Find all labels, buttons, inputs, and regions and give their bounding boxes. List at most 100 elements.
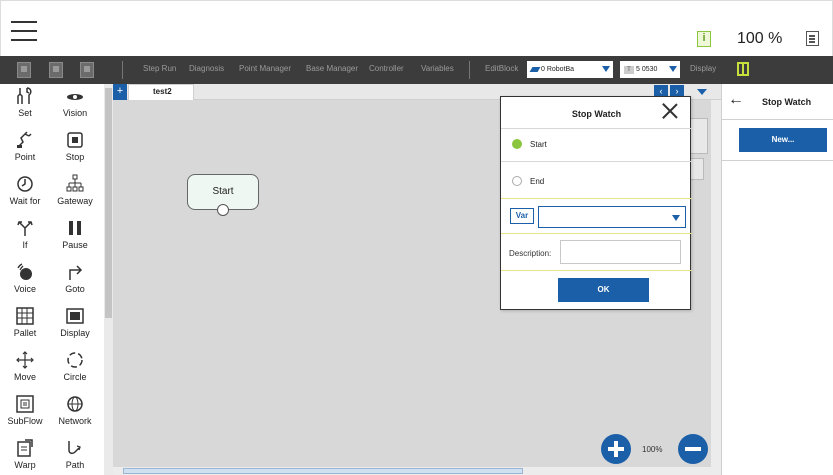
top-bar: i 100 % (0, 0, 833, 56)
palette-label: Point (14, 152, 36, 162)
palette-item-subflow[interactable]: SubFlow (2, 394, 48, 436)
palette-label: Display (60, 328, 90, 338)
tool-badge: T (624, 66, 634, 74)
canvas-horizontal-scrollbar[interactable] (113, 467, 721, 475)
robot-base-select[interactable]: 0 RobotBa (527, 61, 613, 78)
move-icon (16, 351, 34, 369)
add-tab-button[interactable]: + (113, 84, 127, 100)
wait-for-icon (17, 176, 33, 192)
toolbar-base-manager[interactable]: Base Manager (306, 64, 358, 73)
toolbar-step-run[interactable]: Step Run (143, 64, 176, 73)
subflow-icon (16, 395, 34, 413)
canvas-shape (690, 158, 704, 180)
canvas-scroll-thumb[interactable] (123, 468, 523, 474)
point-icon (17, 131, 32, 148)
hamburger-menu-icon[interactable] (11, 21, 37, 41)
palette-item-wait-for[interactable]: Wait for (2, 174, 48, 216)
canvas-vertical-scrollbar[interactable] (711, 100, 721, 467)
info-icon[interactable]: i (697, 31, 711, 47)
palette-item-pause[interactable]: Pause (52, 218, 98, 260)
chevron-down-icon (602, 66, 610, 72)
stop-icon (67, 132, 83, 148)
palette-label: Network (58, 416, 92, 426)
description-label: Description: (509, 249, 552, 258)
palette-label: Warp (14, 460, 36, 470)
path-icon (68, 441, 81, 455)
palette-label: Stop (65, 152, 85, 162)
network-icon (67, 396, 83, 412)
divider (501, 233, 692, 234)
radio-end[interactable] (512, 176, 522, 186)
if-icon (17, 221, 33, 236)
layout-icon[interactable] (737, 62, 749, 76)
palette-item-pallet[interactable]: Pallet (2, 306, 48, 348)
divider (501, 128, 692, 129)
palette-item-vision[interactable]: Vision (52, 86, 98, 128)
save-icon[interactable] (49, 62, 63, 78)
ok-button[interactable]: OK (558, 278, 649, 302)
toolbar-diagnosis[interactable]: Diagnosis (189, 64, 224, 73)
toolbar-point-manager[interactable]: Point Manager (239, 64, 291, 73)
variable-select[interactable] (538, 206, 686, 228)
palette-scroll-thumb[interactable] (105, 88, 112, 318)
palette-label: Circle (63, 372, 87, 382)
palette-label: Set (18, 108, 32, 118)
gateway-icon (66, 174, 84, 192)
start-node-port[interactable] (217, 204, 229, 216)
divider (501, 270, 692, 271)
palette-item-if[interactable]: If (2, 218, 48, 260)
radio-end-label: End (530, 177, 545, 186)
divider (722, 160, 833, 161)
palette-scrollbar[interactable] (104, 84, 113, 475)
tab-test2[interactable]: test2 (128, 84, 194, 100)
var-tag: Var (510, 208, 534, 224)
palette-item-display[interactable]: Display (52, 306, 98, 348)
node-palette: Set Vision Point Stop Wait for Gateway I… (0, 84, 104, 475)
palette-item-network[interactable]: Network (52, 394, 98, 436)
palette-item-path[interactable]: Path (52, 438, 98, 475)
app-window: i 100 % Step Run Diagnosis Point Manager… (0, 0, 833, 475)
palette-item-goto[interactable]: Goto (52, 262, 98, 304)
description-field[interactable] (560, 240, 681, 264)
toolbar-editblock[interactable]: EditBlock (485, 64, 518, 73)
zoom-in-button[interactable] (601, 434, 631, 464)
palette-item-stop[interactable]: Stop (52, 130, 98, 172)
main-toolbar: Step Run Diagnosis Point Manager Base Ma… (0, 56, 833, 84)
circle-icon (67, 352, 83, 368)
toolbar-divider (122, 61, 123, 79)
chevron-down-icon (669, 66, 677, 72)
display-icon (66, 308, 84, 324)
close-icon[interactable] (662, 103, 678, 119)
palette-label: Move (13, 372, 36, 382)
right-panel-header: ← Stop Watch (722, 84, 833, 120)
toolbar-variables[interactable]: Variables (421, 64, 454, 73)
tool-select[interactable]: T5 0530 (620, 61, 680, 78)
palette-label: If (22, 240, 28, 250)
back-arrow-icon[interactable]: ← (728, 92, 744, 108)
palette-item-voice[interactable]: Voice (2, 262, 48, 304)
zoom-out-button[interactable] (678, 434, 708, 464)
toolbar-controller[interactable]: Controller (369, 64, 404, 73)
tab-list-chevron-down-icon[interactable] (697, 89, 707, 95)
document-icon[interactable] (806, 31, 819, 46)
radio-start[interactable] (512, 139, 522, 149)
stop-watch-dialog: Stop Watch Start End Var Description: OK (500, 96, 692, 310)
palette-item-gateway[interactable]: Gateway (52, 174, 98, 216)
warp-icon (17, 439, 33, 457)
palette-item-warp[interactable]: Warp (2, 438, 48, 475)
global-zoom-label: 100 % (737, 30, 783, 47)
palette-item-circle[interactable]: Circle (52, 350, 98, 392)
palette-item-point[interactable]: Point (2, 130, 48, 172)
toolbar-display[interactable]: Display (690, 64, 716, 73)
right-panel: ← Stop Watch New... (721, 84, 833, 475)
palette-label: Pallet (13, 328, 37, 338)
project-icon[interactable] (17, 62, 31, 78)
palette-item-move[interactable]: Move (2, 350, 48, 392)
palette-label: Wait for (9, 196, 41, 206)
new-button[interactable]: New... (739, 128, 827, 152)
palette-item-set[interactable]: Set (2, 86, 48, 128)
open-icon[interactable] (80, 62, 94, 78)
vision-icon (67, 94, 83, 100)
robot-base-icon (529, 66, 541, 72)
pause-icon (69, 221, 81, 235)
